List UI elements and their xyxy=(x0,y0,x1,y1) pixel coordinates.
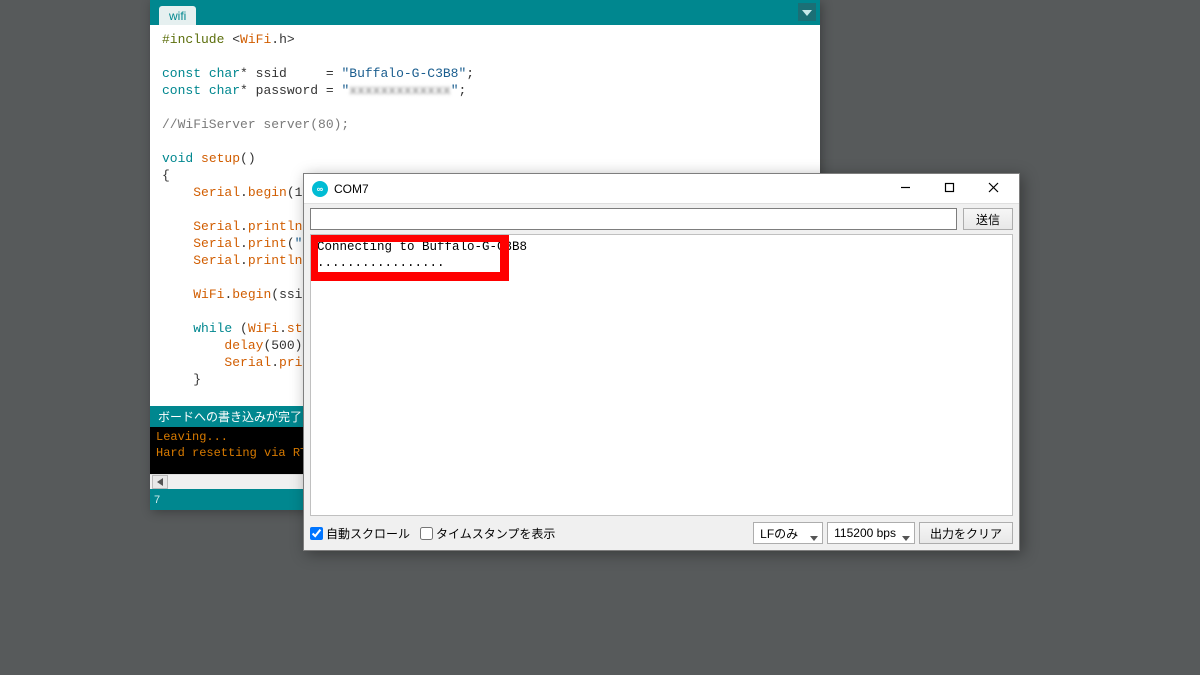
baud-value: 115200 bps xyxy=(834,526,896,540)
serial-send-button[interactable]: 送信 xyxy=(963,208,1013,230)
chevron-down-icon xyxy=(902,530,910,535)
minimize-icon xyxy=(900,182,911,196)
ide-tab-bar: wifi xyxy=(150,0,820,25)
maximize-icon xyxy=(944,182,955,196)
tab-menu-button[interactable] xyxy=(798,3,816,21)
maximize-button[interactable] xyxy=(927,174,971,204)
ide-tab-wifi[interactable]: wifi xyxy=(159,6,196,25)
minimize-button[interactable] xyxy=(883,174,927,204)
serial-output-text: Connecting to Buffalo-G-C3B8 ...........… xyxy=(311,235,1012,275)
chevron-down-icon xyxy=(802,5,812,19)
clear-output-button[interactable]: 出力をクリア xyxy=(919,522,1013,544)
serial-window-title: COM7 xyxy=(334,182,883,196)
line-ending-select[interactable]: LFのみ xyxy=(753,522,823,544)
serial-titlebar[interactable]: ∞ COM7 xyxy=(304,174,1019,204)
chevron-left-icon xyxy=(157,475,163,489)
close-icon xyxy=(988,182,999,196)
ide-tab-label: wifi xyxy=(169,9,186,23)
autoscroll-label: 自動スクロール xyxy=(326,525,410,542)
timestamp-checkbox[interactable]: タイムスタンプを表示 xyxy=(420,525,555,542)
line-ending-value: LFのみ xyxy=(760,525,798,542)
footer-line-number: 7 xyxy=(154,494,160,506)
serial-send-input[interactable] xyxy=(310,208,957,230)
timestamp-label: タイムスタンプを表示 xyxy=(436,525,555,542)
autoscroll-checkbox[interactable]: 自動スクロール xyxy=(310,525,410,542)
arduino-app-icon: ∞ xyxy=(312,181,328,197)
scroll-left-button[interactable] xyxy=(152,475,168,489)
autoscroll-input[interactable] xyxy=(310,527,323,540)
serial-send-row: 送信 xyxy=(304,204,1019,234)
serial-footer: 自動スクロール タイムスタンプを表示 LFのみ 115200 bps 出力をクリ… xyxy=(304,516,1019,550)
chevron-down-icon xyxy=(810,530,818,535)
serial-monitor-window: ∞ COM7 送信 Connecting to Buffalo-G-C3B8 .… xyxy=(303,173,1020,551)
baud-select[interactable]: 115200 bps xyxy=(827,522,915,544)
close-button[interactable] xyxy=(971,174,1015,204)
timestamp-input[interactable] xyxy=(420,527,433,540)
serial-output[interactable]: Connecting to Buffalo-G-C3B8 ...........… xyxy=(310,234,1013,516)
